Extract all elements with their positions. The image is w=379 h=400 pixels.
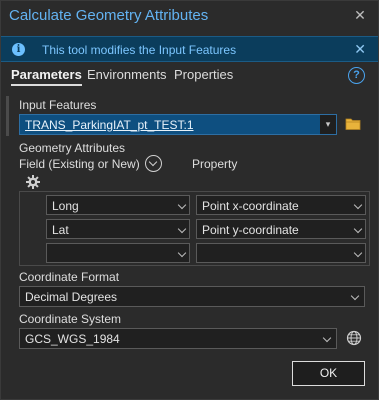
property-select-row-3[interactable] bbox=[196, 243, 366, 263]
globe-icon[interactable] bbox=[346, 330, 362, 346]
chevron-down-icon bbox=[177, 224, 187, 234]
input-features-value: TRANS_ParkingIAT_pt_TEST:1 bbox=[25, 118, 194, 132]
coordinate-system-label: Coordinate System bbox=[19, 312, 122, 326]
field-select-row-2[interactable]: Lat bbox=[46, 219, 190, 239]
info-icon: i bbox=[12, 43, 25, 56]
coordinate-format-value: Decimal Degrees bbox=[25, 290, 118, 304]
coordinate-system-value: GCS_WGS_1984 bbox=[25, 332, 120, 346]
field-select-row-3[interactable] bbox=[46, 243, 190, 263]
chevron-down-icon[interactable]: ▾ bbox=[320, 115, 336, 134]
chevron-down-icon bbox=[322, 333, 332, 343]
field-value: Lat bbox=[52, 223, 69, 237]
tab-parameters[interactable]: Parameters bbox=[11, 67, 82, 86]
tab-environments[interactable]: Environments bbox=[87, 67, 166, 82]
input-features-field[interactable]: TRANS_ParkingIAT_pt_TEST:1 ▾ bbox=[19, 114, 337, 135]
coordinate-format-select[interactable]: Decimal Degrees bbox=[19, 286, 365, 307]
parameter-marker bbox=[6, 96, 9, 136]
info-banner: i This tool modifies the Input Features … bbox=[1, 36, 378, 62]
chevron-down-icon bbox=[177, 248, 187, 258]
input-features-label: Input Features bbox=[19, 98, 97, 112]
field-column-header: Field (Existing or New) bbox=[19, 157, 140, 171]
chevron-down-icon bbox=[350, 291, 360, 301]
property-value: Point x-coordinate bbox=[202, 199, 299, 213]
field-value: Long bbox=[52, 199, 79, 213]
coordinate-format-label: Coordinate Format bbox=[19, 270, 120, 284]
chevron-down-icon bbox=[353, 200, 363, 210]
folder-icon[interactable] bbox=[345, 117, 361, 130]
property-select-row-2[interactable]: Point y-coordinate bbox=[196, 219, 366, 239]
geoprocessing-pane: Calculate Geometry Attributes ✕ i This t… bbox=[0, 0, 379, 400]
geometry-attributes-label: Geometry Attributes bbox=[19, 141, 126, 155]
property-column-header: Property bbox=[192, 157, 238, 171]
gear-icon[interactable] bbox=[25, 174, 41, 190]
coordinate-system-select[interactable]: GCS_WGS_1984 bbox=[19, 328, 337, 349]
window-title: Calculate Geometry Attributes bbox=[9, 7, 209, 24]
help-icon[interactable]: ? bbox=[348, 67, 365, 84]
geometry-attributes-table: Long Point x-coordinate Lat Point y-coor… bbox=[19, 191, 370, 266]
ok-button[interactable]: OK bbox=[292, 361, 365, 386]
property-value: Point y-coordinate bbox=[202, 223, 299, 237]
chevron-down-icon bbox=[353, 224, 363, 234]
property-select-row-1[interactable]: Point x-coordinate bbox=[196, 195, 366, 215]
tab-properties[interactable]: Properties bbox=[174, 67, 233, 82]
chevron-down-icon bbox=[353, 248, 363, 258]
close-icon[interactable]: ✕ bbox=[352, 7, 368, 23]
banner-message: This tool modifies the Input Features bbox=[42, 43, 237, 57]
chevron-down-icon bbox=[177, 200, 187, 210]
title-bar: Calculate Geometry Attributes ✕ bbox=[1, 1, 378, 33]
expand-chevron-icon[interactable] bbox=[145, 155, 162, 172]
field-select-row-1[interactable]: Long bbox=[46, 195, 190, 215]
banner-close-icon[interactable]: ✕ bbox=[354, 41, 366, 58]
